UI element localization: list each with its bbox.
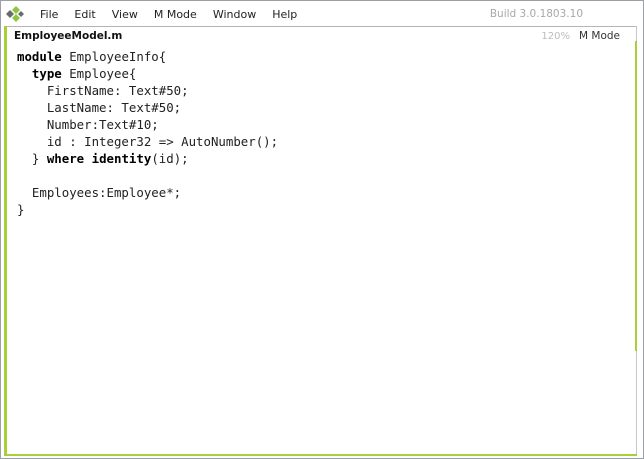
menu-help[interactable]: Help (264, 5, 305, 24)
code-line: Number:Text#10; (17, 116, 278, 133)
menu-bar: File Edit View M Mode Window Help Build … (1, 1, 643, 27)
build-version-label: Build 3.0.1803.10 (489, 8, 583, 20)
code-text: } (17, 202, 25, 217)
menu-m-mode[interactable]: M Mode (146, 5, 205, 24)
code-text: LastName: Text#50; (17, 100, 182, 115)
code-line: LastName: Text#50; (17, 99, 278, 116)
code-line: module EmployeeInfo{ (17, 48, 278, 65)
code-keyword: identity (91, 151, 152, 166)
code-line: FirstName: Text#50; (17, 82, 278, 99)
app-logo-icon[interactable] (4, 5, 26, 23)
menu-window[interactable]: Window (205, 5, 264, 24)
app-window: File Edit View M Mode Window Help Build … (0, 0, 644, 459)
code-keyword: where (46, 151, 85, 166)
code-text: Number:Text#10; (17, 117, 159, 132)
mode-selector[interactable]: M Mode (579, 30, 620, 42)
code-text: EmployeeInfo{ (61, 49, 167, 64)
code-line: type Employee{ (17, 65, 278, 82)
document-pane: EmployeeModel.m 120% M Mode module Emplo… (5, 26, 637, 456)
code-text: } (17, 151, 47, 166)
menu-view[interactable]: View (104, 5, 146, 24)
code-line: } (17, 201, 278, 218)
code-text: Employee{ (61, 66, 137, 81)
bottom-accent-bar (5, 454, 637, 456)
vertical-scrollbar[interactable] (635, 41, 637, 351)
code-line: } where identity(id); (17, 150, 278, 167)
code-text: id : Integer32 => AutoNumber(); (17, 134, 279, 149)
code-text: FirstName: Text#50; (17, 83, 189, 98)
code-keyword: type (31, 66, 62, 81)
menu-file[interactable]: File (32, 5, 66, 24)
code-line: id : Integer32 => AutoNumber(); (17, 133, 278, 150)
document-header: EmployeeModel.m 120% M Mode (6, 27, 636, 45)
menu-edit[interactable]: Edit (66, 5, 103, 24)
code-text: Employees:Employee*; (17, 185, 182, 200)
code-text: (id); (151, 151, 189, 166)
left-accent-bar (4, 26, 7, 456)
zoom-level[interactable]: 120% (541, 31, 570, 42)
document-title[interactable]: EmployeeModel.m (14, 30, 122, 42)
code-keyword: module (17, 49, 62, 64)
code-line: Employees:Employee*; (17, 184, 278, 201)
code-editor[interactable]: module EmployeeInfo{ type Employee{ Firs… (17, 48, 278, 218)
